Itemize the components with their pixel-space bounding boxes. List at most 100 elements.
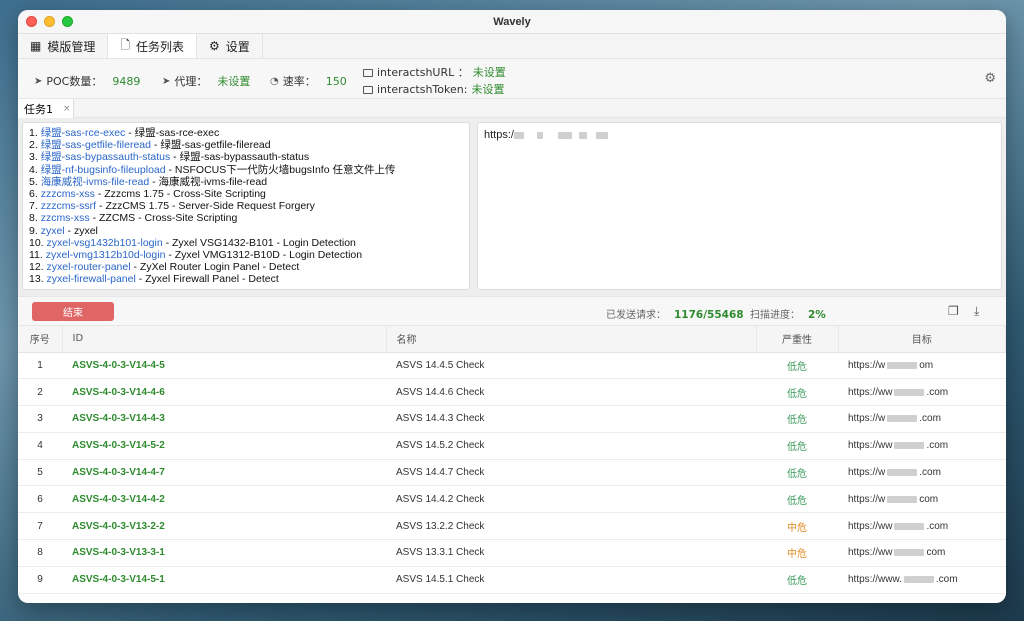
interactsh-url-label: interactshURL ：	[377, 66, 469, 79]
table-row[interactable]: 7 ASVS-4-0-3-V13-2-2 ASVS 13.2.2 Check 中危 ht…	[18, 512, 1006, 541]
poc-count-value: 9489	[112, 74, 141, 88]
poc-description: - 绿盟-sas-getfile-fileread	[150, 139, 271, 152]
rate-status: ◔ 速率： 150	[270, 73, 347, 89]
tab-template-management[interactable]: ▦ 模版管理	[18, 34, 109, 58]
proxy-label: 代理：	[174, 75, 208, 88]
column-header[interactable]: 目标	[838, 326, 1006, 353]
column-header[interactable]: 名称	[386, 326, 757, 353]
tab-task-list[interactable]: 🗋 任务列表	[108, 34, 198, 58]
task-tab-label: 任务1	[24, 102, 53, 116]
poc-list-item: 9. zyxel - zyxel	[29, 225, 463, 237]
column-header[interactable]: 序号	[18, 326, 63, 353]
table-row[interactable]: 1 ASVS-4-0-3-V14-4-5 ASVS 14.4.5 Check 低危 ht…	[18, 352, 1006, 380]
app-window: Wavely ▦ 模版管理 🗋 任务列表 ⚙ 设置 ➤ POC数量： 9489 …	[18, 10, 1006, 603]
row-target: https://ww .com	[838, 432, 1006, 460]
poc-id[interactable]: 绿盟-nf-bugsinfo-fileupload	[41, 164, 166, 176]
window-controls	[26, 16, 73, 27]
poc-id[interactable]: 海康威视-ivms-file-read	[41, 176, 150, 188]
poc-list-item: 10. zyxel-vsg1432b101-login - Zyxel VSG1…	[29, 237, 463, 249]
target-prefix: https://ww	[848, 386, 893, 398]
row-severity: 中危	[756, 512, 838, 541]
info-bar: ➤ POC数量： 9489 ➤ 代理： 未设置 ◔ 速率： 150 intera…	[18, 59, 1006, 99]
task-tab[interactable]: 任务1 ×	[18, 99, 74, 118]
close-window-button[interactable]	[26, 16, 37, 27]
grid-icon: ▦	[30, 39, 42, 53]
poc-id[interactable]: 绿盟-sas-rce-exec	[41, 127, 126, 139]
poc-list[interactable]: 1. 绿盟-sas-rce-exec - 绿盟-sas-rce-exec 2. 绿…	[22, 122, 470, 290]
window-title: Wavely	[493, 16, 531, 28]
document-icon: 🗋	[120, 37, 131, 52]
table-header-row: 序号 ID 名称 严重性 目标	[18, 326, 1006, 353]
tab-label: 模版管理	[47, 39, 96, 54]
column-header[interactable]: 严重性	[756, 326, 839, 353]
poc-description: - ZzzCMS 1.75 - Server-Side Request Forg…	[96, 200, 315, 213]
row-name: ASVS 14.4.6 Check	[386, 378, 756, 407]
main-tabs: ▦ 模版管理 🗋 任务列表 ⚙ 设置	[18, 34, 1006, 59]
poc-description: - Zyxel Firewall Panel - Detect	[135, 273, 279, 286]
row-severity: 中危	[756, 539, 838, 567]
poc-number: 9.	[29, 224, 38, 237]
row-severity: 低危	[756, 566, 838, 594]
target-input[interactable]: https:/	[477, 122, 1002, 290]
row-id: ASVS-4-0-3-V14-5-1	[62, 566, 386, 594]
table-row[interactable]: 9 ASVS-4-0-3-V14-5-1 ASVS 14.5.1 Check 低危 ht…	[18, 566, 1006, 594]
poc-description: - Zzzcms 1.75 - Cross-Site Scripting	[94, 188, 266, 201]
row-name: ASVS 14.4.5 Check	[386, 352, 756, 380]
poc-id[interactable]: zyxel-router-panel	[47, 261, 131, 273]
target-text: https:/	[484, 129, 514, 141]
minimize-window-button[interactable]	[44, 16, 55, 27]
poc-id[interactable]: 绿盟-sas-getfile-fileread	[41, 139, 151, 151]
tab-settings[interactable]: ⚙ 设置	[197, 34, 263, 58]
poc-id[interactable]: zzzcms-ssrf	[41, 200, 96, 212]
poc-number: 1.	[29, 127, 38, 139]
row-id: ASVS-4-0-3-V14-5-2	[62, 432, 386, 460]
interactsh-token-label: interactshToken:	[377, 83, 468, 96]
task-panels: 1. 绿盟-sas-rce-exec - 绿盟-sas-rce-exec 2. 绿…	[18, 118, 1006, 296]
row-number: 3	[18, 405, 62, 433]
table-row[interactable]: 8 ASVS-4-0-3-V13-3-1 ASVS 13.3.1 Check 中危 ht…	[18, 539, 1006, 567]
target-suffix: com	[919, 493, 939, 505]
poc-description: - 绿盟-sas-bypassauth-status	[170, 151, 310, 164]
poc-list-item: 5. 海康威视-ivms-file-read - 海康威视-ivms-file-…	[29, 176, 463, 188]
row-severity: 低危	[756, 405, 838, 433]
settings-icon: ⚙	[209, 39, 220, 53]
row-severity: 低危	[756, 378, 838, 407]
window-icon	[363, 85, 373, 94]
target-suffix: .com	[926, 520, 949, 532]
poc-number: 2.	[29, 139, 38, 152]
poc-id[interactable]: zzcms-xss	[41, 212, 90, 224]
row-severity: 低危	[756, 485, 838, 514]
poc-description: - zyxel	[64, 224, 98, 237]
row-severity: 低危	[756, 459, 838, 487]
poc-id[interactable]: zyxel-vmg1312b10d-login	[46, 249, 166, 261]
row-name: ASVS 14.4.2 Check	[386, 485, 756, 514]
table-row[interactable]: 6 ASVS-4-0-3-V14-4-2 ASVS 14.4.2 Check 低危 ht…	[18, 485, 1006, 514]
table-row[interactable]: 2 ASVS-4-0-3-V14-4-6 ASVS 14.4.6 Check 低危 ht…	[18, 378, 1006, 407]
row-target: https://ww .com	[838, 378, 1006, 407]
poc-id[interactable]: zyxel	[41, 225, 65, 237]
column-header[interactable]: ID	[62, 326, 387, 353]
window-icon	[363, 68, 373, 77]
poc-id[interactable]: zyxel-vsg1432b101-login	[47, 237, 163, 249]
zoom-window-button[interactable]	[62, 16, 73, 27]
download-icon[interactable]: ⤓	[974, 304, 979, 319]
poc-description: - ZyXel Router Login Panel - Detect	[130, 261, 300, 274]
poc-id[interactable]: 绿盟-sas-bypassauth-status	[41, 151, 171, 163]
row-id: ASVS-4-0-3-V14-4-2	[62, 485, 386, 514]
gear-icon[interactable]: ⚙	[984, 71, 996, 86]
send-icon: ➤	[162, 75, 171, 87]
poc-description: - 海康威视-ivms-file-read	[149, 175, 268, 188]
poc-id[interactable]: zzzcms-xss	[41, 188, 95, 200]
copy-icon[interactable]: ❐	[948, 304, 959, 318]
poc-id[interactable]: zyxel-firewall-panel	[47, 273, 136, 285]
table-row[interactable]: 3 ASVS-4-0-3-V14-4-3 ASVS 14.4.3 Check 低危 ht…	[18, 405, 1006, 433]
poc-number: 5.	[29, 175, 38, 188]
close-icon[interactable]: ×	[63, 104, 71, 114]
poc-description: - 绿盟-sas-rce-exec	[125, 127, 220, 139]
target-prefix: https://w	[848, 467, 886, 479]
table-row[interactable]: 4 ASVS-4-0-3-V14-5-2 ASVS 14.5.2 Check 低危 ht…	[18, 432, 1006, 460]
tab-label: 设置	[225, 39, 250, 54]
poc-number: 7.	[29, 200, 38, 213]
stop-button[interactable]: 结束	[32, 302, 114, 321]
table-row[interactable]: 5 ASVS-4-0-3-V14-4-7 ASVS 14.4.7 Check 低危 ht…	[18, 459, 1006, 487]
